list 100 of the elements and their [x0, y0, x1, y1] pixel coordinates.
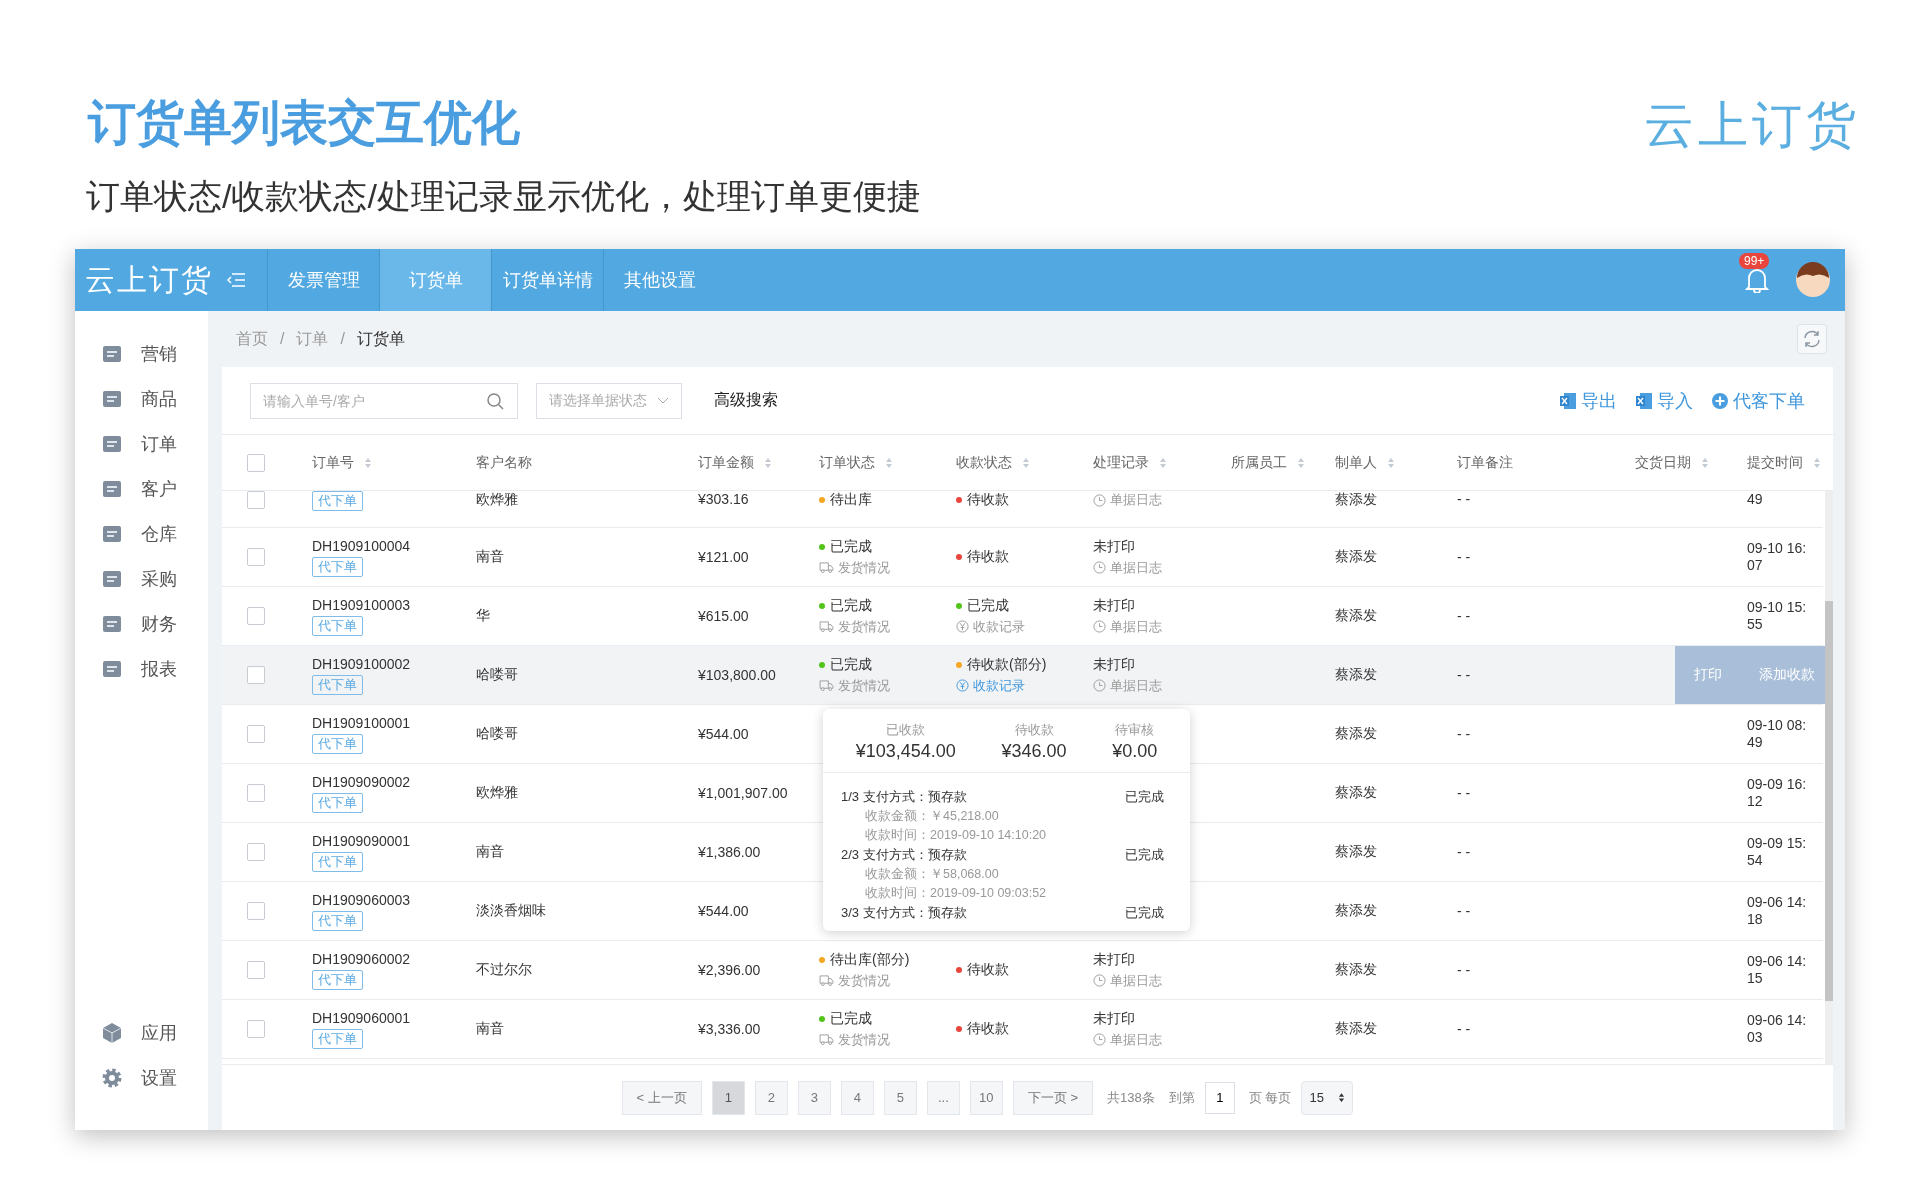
sidebar-item[interactable]: 财务 — [75, 601, 208, 646]
next-page-button[interactable]: 下一页 > — [1012, 1080, 1094, 1115]
payment-entry-status: 已完成 — [1125, 904, 1164, 922]
order-amount: ¥544.00 — [698, 726, 749, 742]
page-button[interactable]: 1 — [711, 1080, 745, 1115]
sidebar-item[interactable]: 设置 — [75, 1055, 208, 1100]
shipping-link[interactable]: 发货情况 — [838, 1030, 890, 1049]
toolbar-action[interactable]: 代客下单 — [1711, 388, 1805, 413]
nav-tab[interactable]: 其他设置 — [603, 249, 715, 311]
sidebar-item[interactable]: 营销 — [75, 331, 208, 376]
print-status: 未打印 — [1093, 950, 1135, 969]
sort-icon[interactable] — [885, 456, 893, 469]
order-remark: - - — [1457, 491, 1471, 507]
sidebar-item[interactable]: 采购 — [75, 556, 208, 601]
order-status: 待出库 — [830, 491, 872, 509]
order-number[interactable]: DH1909100003 — [312, 596, 411, 613]
column-header: 客户名称 — [476, 453, 532, 472]
sort-icon[interactable] — [1387, 456, 1395, 469]
breadcrumb-item[interactable]: 首页 — [236, 328, 268, 350]
log-link[interactable]: 单据日志 — [1110, 558, 1162, 577]
row-checkbox[interactable] — [247, 725, 265, 743]
order-tag: 代下单 — [312, 792, 363, 813]
refresh-icon[interactable] — [1797, 324, 1827, 354]
order-number[interactable]: DH1909060003 — [312, 891, 411, 908]
advanced-search-button[interactable]: 高级搜索 — [714, 390, 778, 411]
avatar[interactable] — [1795, 262, 1831, 298]
print-status: 未打印 — [1093, 596, 1135, 615]
order-number[interactable]: DH1909060001 — [312, 1009, 411, 1026]
status-dropdown[interactable]: 请选择单据状态 — [536, 382, 682, 419]
order-remark: - - — [1457, 726, 1471, 742]
sidebar-item[interactable]: 应用 — [75, 1010, 208, 1055]
toolbar-action[interactable]: 导出 — [1559, 388, 1617, 413]
row-checkbox[interactable] — [247, 548, 265, 566]
payment-record-link[interactable]: 收款记录 — [973, 617, 1025, 636]
previous-page-button[interactable]: < 上一页 — [621, 1080, 702, 1115]
select-all-checkbox[interactable] — [247, 453, 265, 472]
sidebar-item[interactable]: 仓库 — [75, 511, 208, 556]
maker-name: 蔡添发 — [1335, 843, 1377, 861]
order-number[interactable]: DH1909100002 — [312, 655, 411, 672]
row-checkbox[interactable] — [247, 666, 265, 684]
sidebar-item[interactable]: 客户 — [75, 466, 208, 511]
sidebar-item[interactable]: 订单 — [75, 421, 208, 466]
row-checkbox[interactable] — [247, 1020, 265, 1038]
breadcrumb-item[interactable]: 订货单 — [356, 328, 405, 350]
payment-record-link[interactable]: 收款记录 — [973, 676, 1025, 695]
row-checkbox[interactable] — [247, 961, 265, 979]
page-button[interactable]: ... — [926, 1080, 960, 1115]
order-number[interactable]: DH1909090002 — [312, 773, 411, 790]
order-number[interactable]: DH1909100001 — [312, 714, 411, 731]
menu-icon[interactable] — [227, 273, 245, 287]
bell-icon[interactable] — [1745, 267, 1769, 293]
row-checkbox[interactable] — [247, 491, 265, 509]
shipping-link[interactable]: 发货情况 — [838, 971, 890, 990]
scrollbar[interactable] — [1825, 491, 1833, 1064]
log-link[interactable]: 单据日志 — [1110, 491, 1162, 509]
log-link[interactable]: 单据日志 — [1110, 1030, 1162, 1049]
shipping-link[interactable]: 发货情况 — [838, 676, 890, 695]
row-checkbox[interactable] — [247, 902, 265, 920]
sort-icon[interactable] — [364, 456, 372, 469]
page-button[interactable]: 4 — [840, 1080, 874, 1115]
order-tag: 代下单 — [312, 556, 363, 577]
order-number[interactable]: DH1909060002 — [312, 950, 411, 967]
log-link[interactable]: 单据日志 — [1110, 617, 1162, 636]
sidebar-item[interactable]: 商品 — [75, 376, 208, 421]
row-checkbox[interactable] — [247, 607, 265, 625]
sort-icon[interactable] — [1701, 456, 1709, 469]
breadcrumb-item[interactable]: 订单 — [296, 328, 329, 350]
sidebar-item[interactable]: 报表 — [75, 646, 208, 691]
log-link[interactable]: 单据日志 — [1110, 676, 1162, 695]
page-button[interactable]: 10 — [969, 1080, 1003, 1115]
order-number[interactable]: DH1909100004 — [312, 537, 411, 554]
customer-name: 南音 — [476, 843, 504, 861]
payment-entry-detail: 收款金额：￥58,068.00 — [864, 866, 1000, 883]
payment-status: 待收款 — [967, 491, 1009, 509]
order-status: 已完成 — [830, 1009, 872, 1028]
shipping-link[interactable]: 发货情况 — [838, 617, 890, 636]
clock-icon — [1093, 974, 1106, 987]
submit-time: 49 — [1747, 491, 1764, 508]
order-remark: - - — [1457, 785, 1471, 801]
sort-icon[interactable] — [1159, 456, 1167, 469]
print-status: 未打印 — [1093, 537, 1135, 556]
page-input[interactable]: 1 — [1204, 1081, 1235, 1114]
page-button[interactable]: 2 — [754, 1080, 788, 1115]
page-button[interactable]: 5 — [883, 1080, 917, 1115]
column-header: 订单备注 — [1457, 453, 1513, 472]
order-number[interactable]: DH1909090001 — [312, 832, 411, 849]
row-checkbox[interactable] — [247, 784, 265, 802]
toolbar-action[interactable]: 导入 — [1635, 388, 1693, 413]
highlighted-row[interactable]: DH1909100002 代下单 哈喽哥 ¥103,800.00 已完成 发货情况 待收款(部分) 收款记录 未打印 单据日志 蔡添发 - - 打印 添加收款 — [222, 646, 1823, 705]
log-link[interactable]: 单据日志 — [1110, 971, 1162, 990]
sort-icon[interactable] — [1022, 456, 1030, 469]
shipping-link[interactable]: 发货情况 — [838, 558, 890, 577]
nav-tab[interactable]: 订货单详情 — [491, 249, 603, 311]
sort-icon[interactable] — [764, 456, 772, 469]
page-button[interactable]: 3 — [797, 1080, 831, 1115]
sort-icon[interactable] — [1813, 456, 1821, 469]
per-page-select[interactable]: 15 — [1301, 1080, 1354, 1115]
row-checkbox[interactable] — [247, 843, 265, 861]
sort-icon[interactable] — [1297, 456, 1305, 469]
search-field[interactable]: 请输入单号/客户 — [250, 382, 518, 419]
